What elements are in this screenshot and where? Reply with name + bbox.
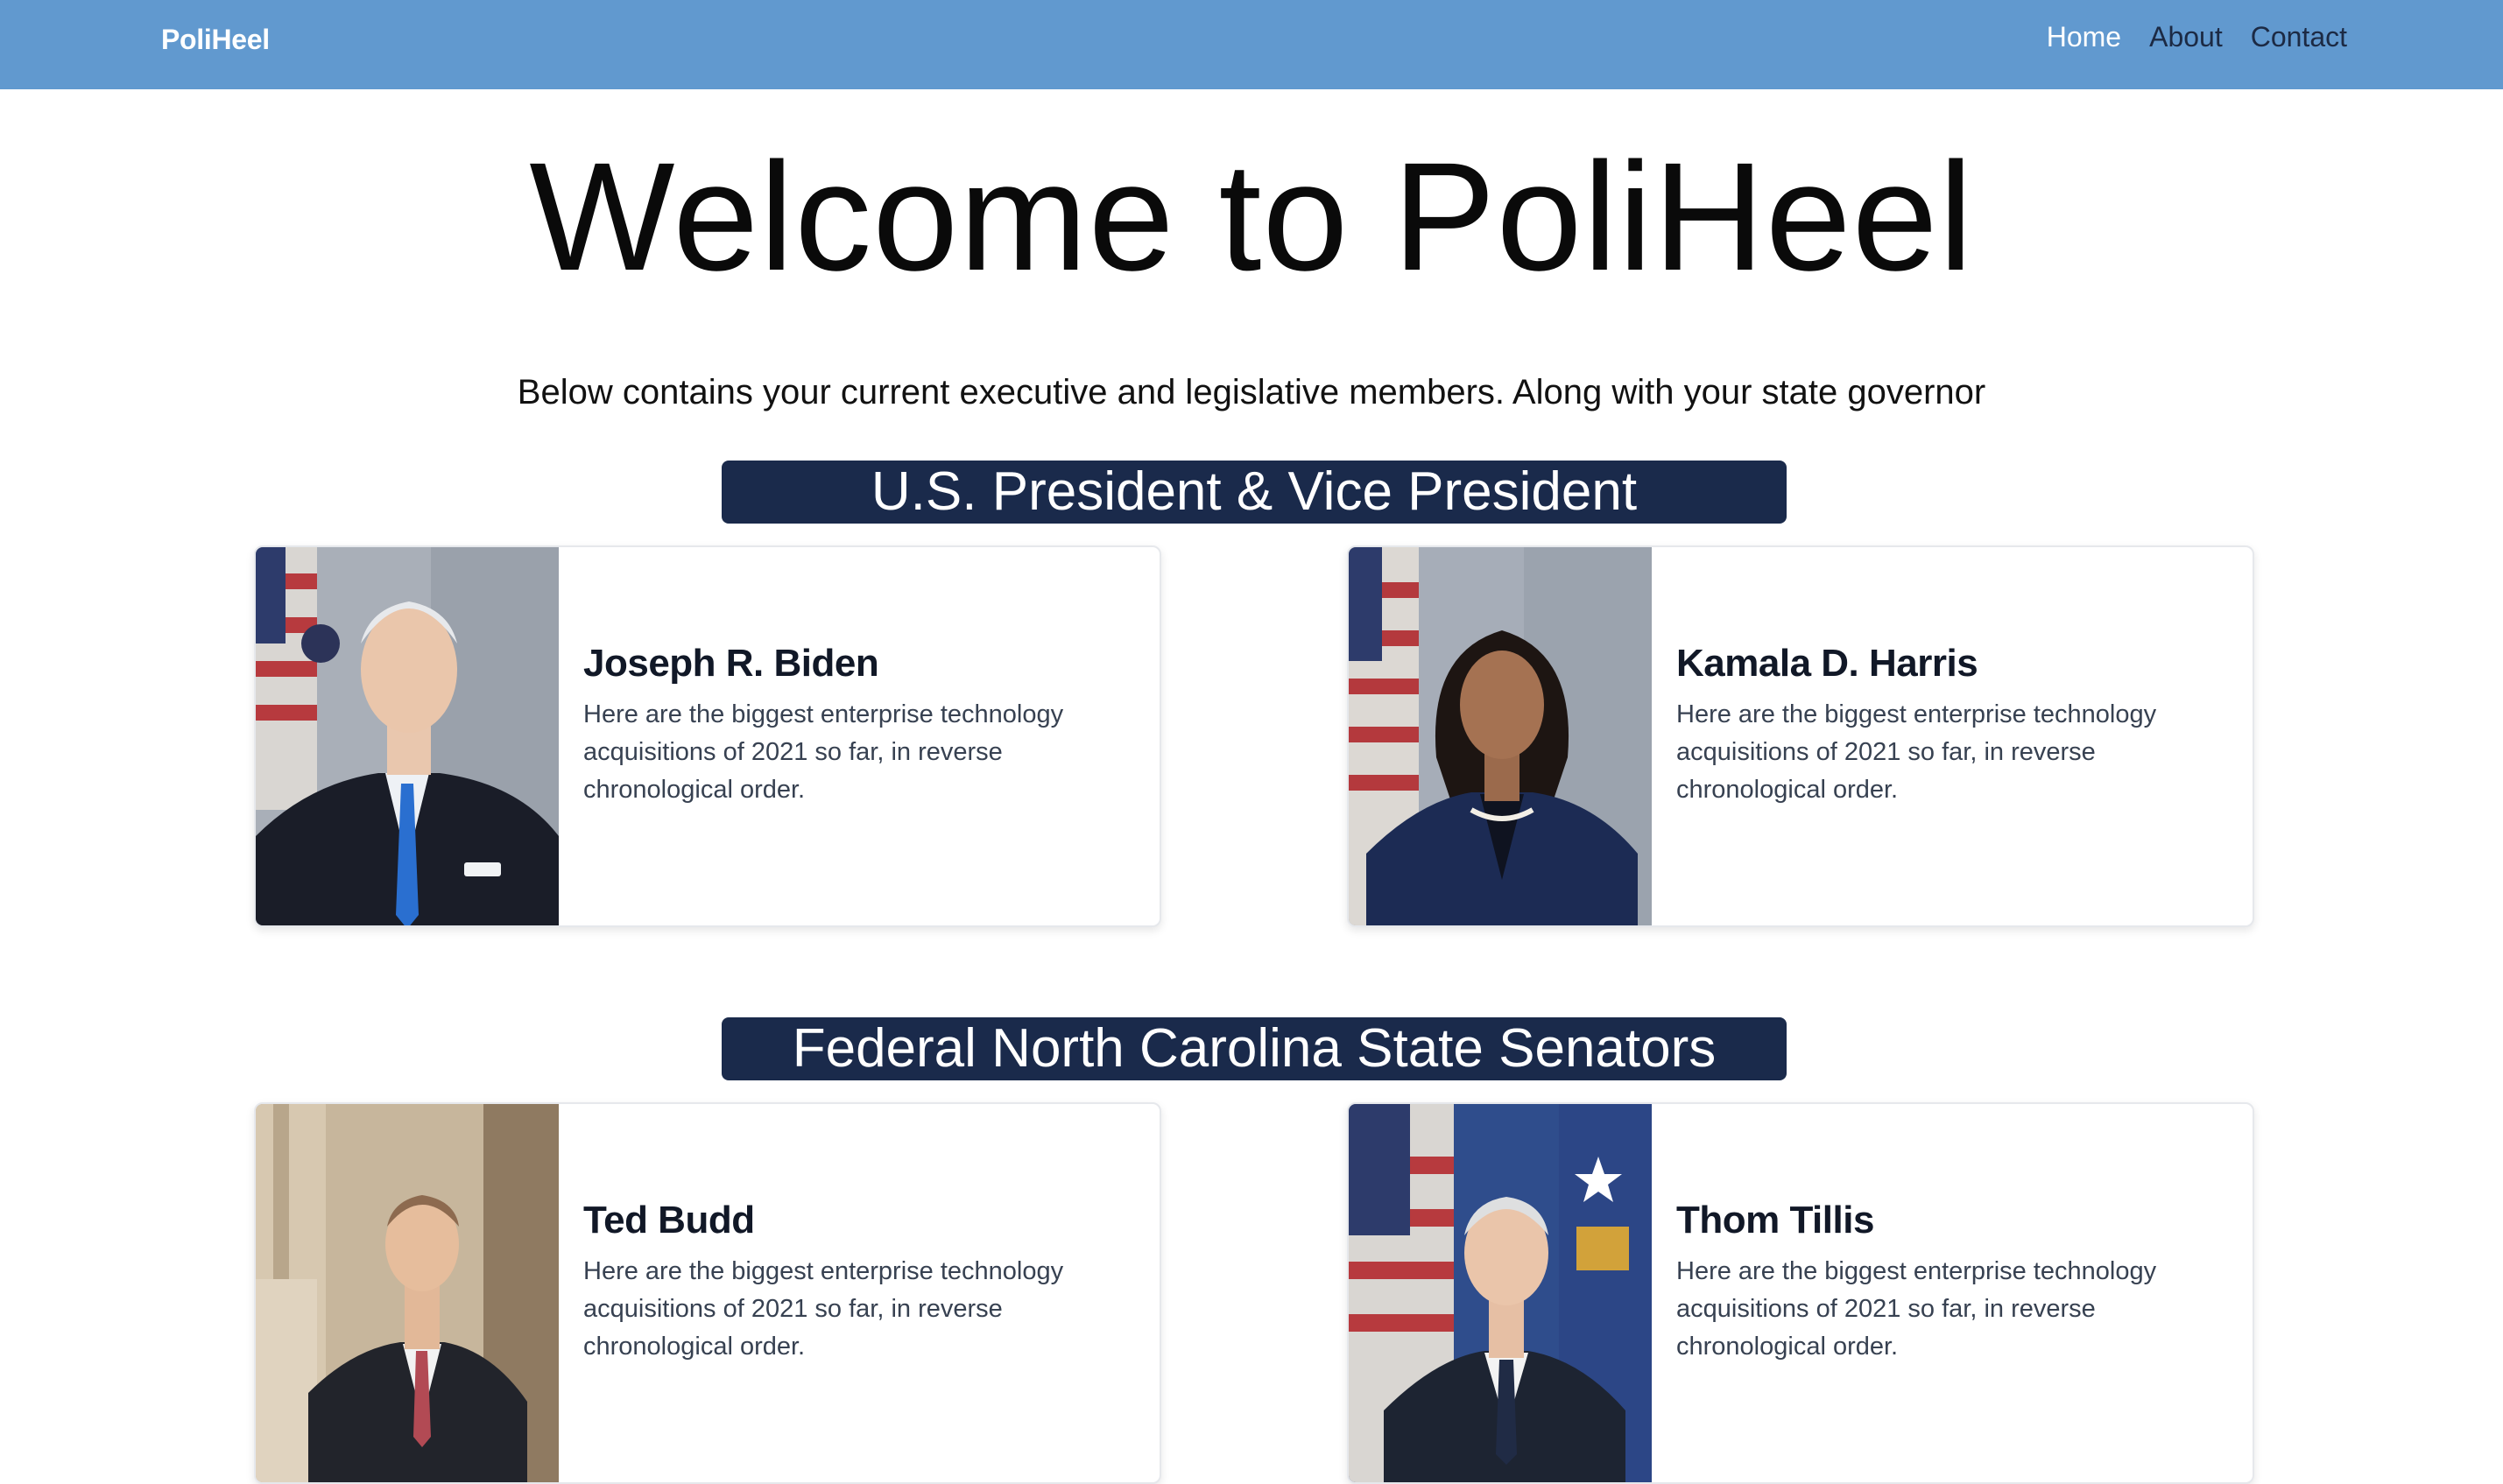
portrait-photo-harris <box>1349 547 1652 925</box>
member-description: Here are the biggest enterprise technolo… <box>1676 1257 2157 1361</box>
navbar: PoliHeel Home About Contact <box>0 0 2503 89</box>
portrait-photo-tillis <box>1349 1104 1652 1482</box>
nav-links: Home About Contact <box>2047 21 2347 53</box>
member-description: Here are the biggest enterprise technolo… <box>583 700 1064 804</box>
member-name: Joseph R. Biden <box>583 642 879 685</box>
member-card-budd[interactable]: Ted Budd Here are the biggest enterprise… <box>254 1102 1161 1484</box>
member-card-harris[interactable]: Kamala D. Harris Here are the biggest en… <box>1347 545 2254 927</box>
member-description: Here are the biggest enterprise technolo… <box>1676 700 2157 804</box>
member-name: Kamala D. Harris <box>1676 642 1978 685</box>
nav-contact-link[interactable]: Contact <box>2251 21 2347 53</box>
member-name: Thom Tillis <box>1676 1199 1874 1241</box>
section-banner-executive: U.S. President & Vice President <box>722 461 1787 524</box>
member-card-tillis[interactable]: Thom Tillis Here are the biggest enterpr… <box>1347 1102 2254 1484</box>
nav-about-link[interactable]: About <box>2149 21 2223 53</box>
portrait-photo-budd <box>256 1104 559 1482</box>
member-name: Ted Budd <box>583 1199 755 1241</box>
nav-home-link[interactable]: Home <box>2047 21 2121 53</box>
member-description: Here are the biggest enterprise technolo… <box>583 1257 1064 1361</box>
member-card-biden[interactable]: Joseph R. Biden Here are the biggest ent… <box>254 545 1161 927</box>
page-subtitle: Below contains your current executive an… <box>517 373 1986 411</box>
section-banner-senators: Federal North Carolina State Senators <box>722 1017 1787 1080</box>
brand-logo-link[interactable]: PoliHeel <box>161 24 270 56</box>
portrait-photo-biden <box>256 547 559 925</box>
page-title: Welcome to PoliHeel <box>529 131 1974 303</box>
